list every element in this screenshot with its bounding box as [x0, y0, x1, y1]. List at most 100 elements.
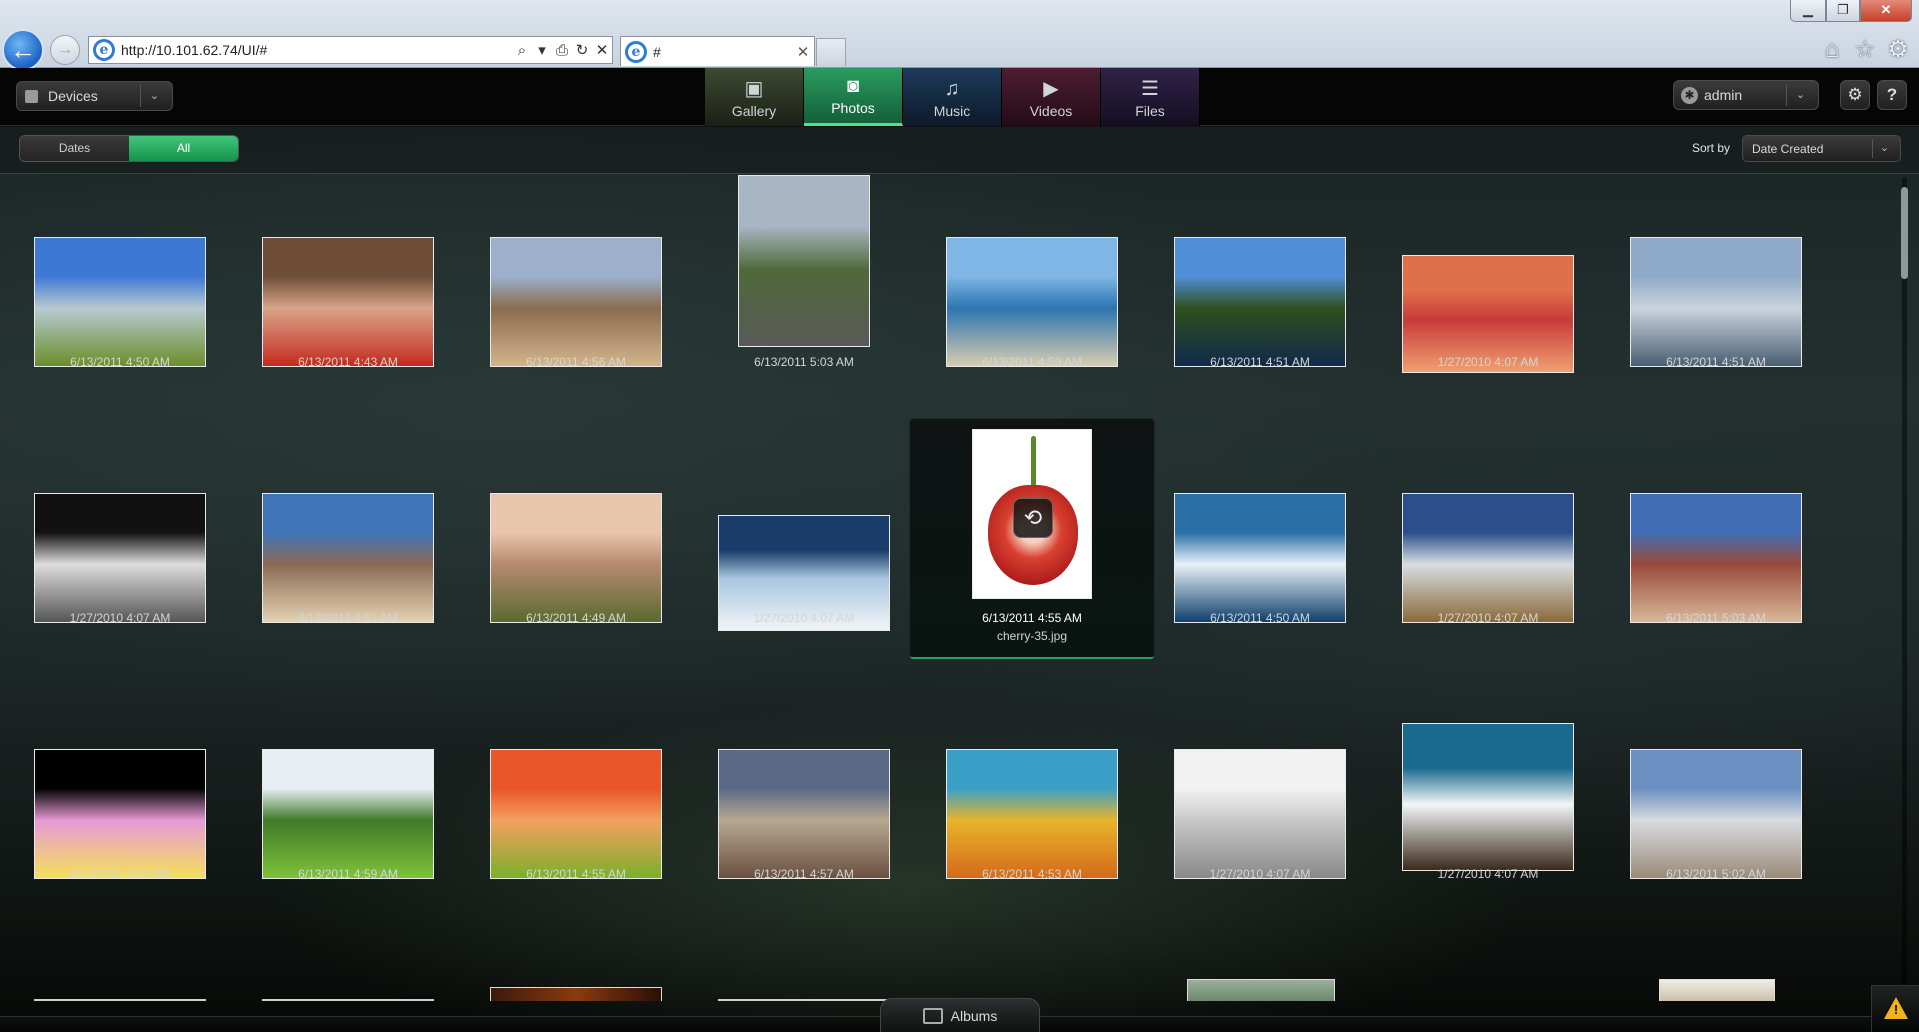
user-dropdown[interactable]: ✱ admin ⌄	[1673, 80, 1819, 110]
albums-label: Albums	[950, 1007, 998, 1024]
compatibility-view-icon[interactable]: ⎙	[552, 42, 572, 59]
refresh-icon[interactable]: ↻	[572, 41, 592, 59]
settings-button[interactable]: ⚙	[1840, 80, 1870, 110]
tab-files[interactable]: ☰ Files	[1101, 68, 1200, 126]
photo-item[interactable]: 6/13/2011 4:59 AM	[932, 177, 1132, 369]
photo-item[interactable]: 1/27/2010 4:07 AM	[20, 433, 220, 625]
albums-button[interactable]: Albums	[880, 998, 1040, 1032]
browser-tab-active[interactable]: e # ✕	[620, 36, 815, 66]
sort-dropdown[interactable]: Date Created ⌄	[1742, 135, 1901, 162]
photo-item[interactable]: 6/13/2011 4:54 AM	[20, 689, 220, 881]
partial-thumb-5[interactable]	[1187, 979, 1335, 1001]
photo-thumbnail[interactable]: ⟲	[972, 429, 1092, 599]
photo-thumbnail[interactable]	[1174, 237, 1346, 367]
photo-thumbnail[interactable]	[1174, 493, 1346, 623]
search-icon[interactable]: ⌕	[512, 42, 532, 59]
photo-thumbnail[interactable]	[262, 749, 434, 879]
photo-thumbnail[interactable]	[1630, 237, 1802, 367]
photo-item[interactable]: 6/13/2011 4:43 AM	[248, 177, 448, 369]
photo-thumbnail[interactable]	[738, 175, 870, 347]
photo-item[interactable]: 6/13/2011 4:49 AM	[476, 433, 676, 625]
all-toggle-button[interactable]: All	[129, 136, 238, 161]
address-bar[interactable]: e http://10.101.62.74/UI/# ⌕ ▾ ⎙ ↻ ✕	[88, 36, 613, 64]
dates-toggle-button[interactable]: Dates	[20, 136, 129, 161]
tab-label: Gallery	[731, 103, 777, 119]
address-text[interactable]: http://10.101.62.74/UI/#	[121, 42, 512, 58]
chevron-down-icon: ⌄	[1872, 139, 1896, 158]
photo-thumbnail[interactable]	[1402, 723, 1574, 871]
photo-date: 6/13/2011 5:03 AM	[754, 355, 854, 369]
photo-item[interactable]: ⟲ 6/13/2011 4:55 AM cherry-35.jpg	[910, 419, 1154, 659]
partial-thumb-4[interactable]	[718, 999, 890, 1001]
partial-thumb-6[interactable]	[1659, 979, 1775, 1001]
partial-thumb-3[interactable]	[490, 987, 662, 1001]
close-tab-icon[interactable]: ✕	[792, 43, 814, 61]
photo-item[interactable]: 6/13/2011 4:57 AM	[704, 689, 904, 881]
maximize-button[interactable]: ❐	[1826, 0, 1860, 22]
photo-thumbnail[interactable]	[490, 493, 662, 623]
photo-thumbnail[interactable]	[34, 237, 206, 367]
photo-item[interactable]: 6/13/2011 4:50 AM	[20, 177, 220, 369]
ie-logo-icon: e	[93, 39, 115, 61]
photo-thumbnail[interactable]	[262, 493, 434, 623]
photo-item[interactable]: 6/13/2011 4:55 AM	[476, 689, 676, 881]
scroll-thumb[interactable]	[1901, 187, 1908, 279]
photo-item[interactable]: 6/13/2011 4:51 AM	[1160, 177, 1360, 369]
photo-thumbnail[interactable]	[718, 749, 890, 879]
devices-dropdown[interactable]: Devices ⌄	[16, 81, 173, 111]
tab-label: Photos	[831, 100, 875, 116]
new-tab-button[interactable]	[816, 38, 846, 66]
stop-icon[interactable]: ✕	[592, 41, 612, 59]
photo-thumbnail[interactable]	[946, 749, 1118, 879]
forward-button[interactable]: →	[50, 35, 80, 65]
photo-item[interactable]: 1/27/2010 4:07 AM	[1388, 689, 1588, 881]
slideshow-icon[interactable]: ⟲	[1013, 498, 1053, 538]
photo-date: 6/13/2011 4:50 AM	[1210, 611, 1310, 625]
photo-item[interactable]: 6/13/2011 4:59 AM	[248, 689, 448, 881]
photo-thumbnail[interactable]	[1630, 749, 1802, 879]
photo-item[interactable]: 6/13/2011 4:51 AM	[1616, 177, 1816, 369]
albums-icon	[922, 1007, 943, 1024]
tools-gear-icon[interactable]: ⚙	[1884, 36, 1912, 64]
photo-thumbnail[interactable]	[1402, 493, 1574, 623]
photo-item[interactable]: 6/13/2011 4:56 AM	[476, 177, 676, 369]
photo-item[interactable]: 6/13/2011 4:53 AM	[932, 689, 1132, 881]
photo-item[interactable]: 6/13/2011 5:02 AM	[1616, 689, 1816, 881]
photo-date: 6/13/2011 4:54 AM	[70, 867, 170, 881]
photo-thumbnail[interactable]	[490, 749, 662, 879]
photo-thumbnail[interactable]	[946, 237, 1118, 367]
photo-item[interactable]: 6/13/2011 5:03 AM	[704, 175, 904, 369]
photos-view: Dates All Sort by Date Created ⌄ 6/13/20…	[0, 127, 1919, 1032]
photo-thumbnail[interactable]	[1630, 493, 1802, 623]
photo-thumbnail[interactable]	[34, 493, 206, 623]
minimize-button[interactable]: ▁	[1790, 0, 1826, 22]
close-window-button[interactable]: ✕	[1860, 0, 1912, 22]
home-icon[interactable]: ⌂	[1818, 36, 1846, 64]
partial-thumb-2[interactable]	[262, 999, 434, 1001]
photo-thumbnail[interactable]	[490, 237, 662, 367]
partial-thumb-1[interactable]	[34, 999, 206, 1001]
tab-gallery[interactable]: ▣ Gallery	[705, 68, 804, 126]
vertical-scrollbar[interactable]	[1897, 177, 1911, 1017]
photo-date: 6/13/2011 4:53 AM	[982, 867, 1082, 881]
warning-button[interactable]: !	[1871, 985, 1919, 1032]
search-dropdown-icon[interactable]: ▾	[532, 41, 552, 59]
photo-item[interactable]: 6/13/2011 5:03 AM	[1616, 433, 1816, 625]
photo-date: 1/27/2010 4:07 AM	[1437, 867, 1539, 881]
help-button[interactable]: ?	[1877, 80, 1907, 110]
tab-videos[interactable]: ▶ Videos	[1002, 68, 1101, 126]
photo-item[interactable]: 1/27/2010 4:07 AM	[1388, 177, 1588, 373]
photo-thumbnail[interactable]	[1174, 749, 1346, 879]
back-button[interactable]: ←	[2, 29, 44, 71]
photo-thumbnail[interactable]	[34, 749, 206, 879]
photo-item[interactable]: 1/27/2010 4:07 AM	[1160, 689, 1360, 881]
photo-item[interactable]: 1/27/2010 4:07 AM	[1388, 433, 1588, 625]
scroll-track[interactable]	[1902, 177, 1907, 1017]
photo-item[interactable]: 6/13/2011 4:51 AM	[248, 433, 448, 625]
photo-item[interactable]: 6/13/2011 4:50 AM	[1160, 433, 1360, 625]
tab-photos[interactable]: ◙ Photos	[804, 68, 903, 126]
favorites-star-icon[interactable]: ☆	[1851, 36, 1879, 64]
tab-music[interactable]: ♫ Music	[903, 68, 1002, 126]
photo-thumbnail[interactable]	[262, 237, 434, 367]
photo-item[interactable]: 1/27/2010 4:07 AM	[704, 433, 904, 631]
